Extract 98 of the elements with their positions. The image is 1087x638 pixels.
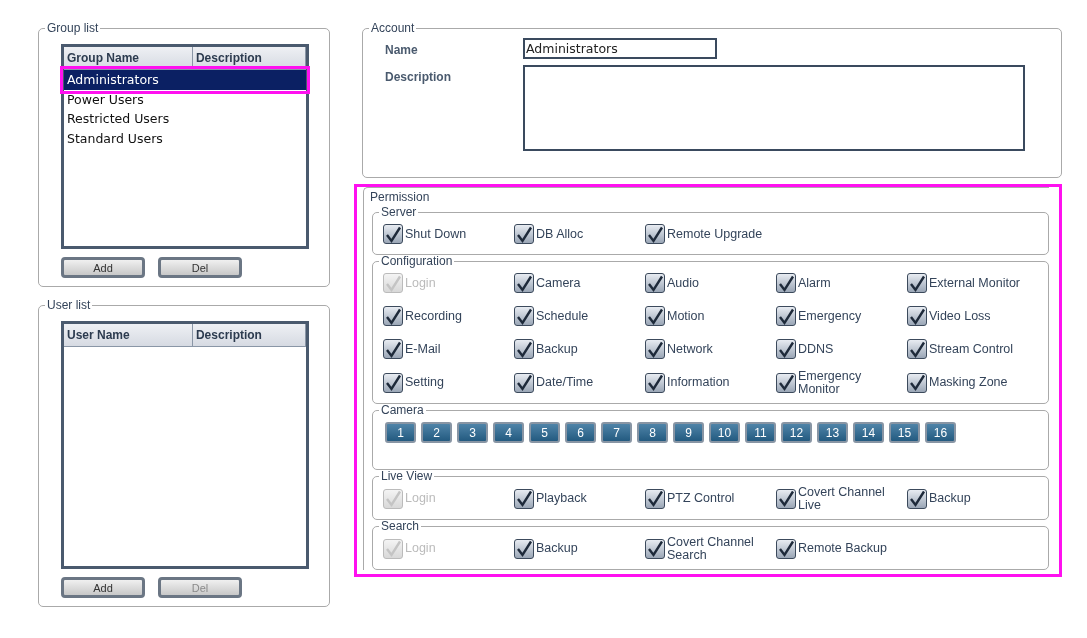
checkbox-label: Remote Upgrade bbox=[667, 227, 763, 241]
field-label: Name bbox=[385, 42, 419, 59]
checkbox-label: Alarm bbox=[798, 276, 831, 290]
checkbox-label: E-Mail bbox=[405, 342, 441, 356]
channel-button[interactable]: 16 bbox=[925, 422, 956, 443]
checkbox-label: Backup bbox=[929, 492, 971, 505]
panel-title: Server bbox=[380, 206, 418, 218]
checkbox-label: PTZ Control bbox=[667, 492, 735, 505]
checkbox-label: Backup bbox=[536, 342, 578, 356]
checkbox-label: Covert Channel Search bbox=[667, 536, 754, 561]
checkbox-label: DDNS bbox=[798, 342, 834, 356]
checkbox-label: Date/Time bbox=[536, 376, 594, 389]
panel-title: Live View bbox=[380, 470, 434, 482]
column-header[interactable]: User Name bbox=[64, 324, 193, 346]
delete-button[interactable]: Del bbox=[158, 257, 242, 278]
checkbox-label: Camera bbox=[536, 276, 581, 290]
group-row[interactable]: Standard Users bbox=[64, 128, 306, 148]
description-field[interactable] bbox=[523, 65, 1025, 151]
checkbox-label: Remote Backup bbox=[798, 542, 887, 555]
field-label: Description bbox=[385, 69, 452, 86]
checkbox[interactable] bbox=[907, 306, 927, 326]
checkbox-label: Login bbox=[405, 492, 436, 505]
checkbox-label: Login bbox=[405, 542, 436, 555]
column-header[interactable]: Description bbox=[192, 324, 306, 346]
add-button[interactable]: Add bbox=[61, 257, 145, 278]
checkbox[interactable] bbox=[776, 372, 796, 393]
checkbox[interactable] bbox=[514, 339, 534, 359]
channel-button[interactable]: 10 bbox=[709, 422, 740, 443]
checkbox[interactable] bbox=[907, 273, 927, 293]
checkbox[interactable] bbox=[776, 306, 796, 326]
channel-button[interactable]: 7 bbox=[601, 422, 632, 443]
checkbox[interactable] bbox=[645, 339, 665, 359]
checkbox-label: External Monitor bbox=[929, 276, 1020, 290]
channel-button[interactable]: 3 bbox=[457, 422, 488, 443]
panel-title: Group list bbox=[46, 22, 100, 34]
channel-button[interactable]: 14 bbox=[853, 422, 884, 443]
checkbox[interactable] bbox=[514, 273, 534, 293]
channel-button[interactable]: 9 bbox=[673, 422, 704, 443]
group-row[interactable]: Restricted Users bbox=[64, 109, 306, 129]
checkbox-label: Stream Control bbox=[929, 342, 1014, 356]
checkbox-label: Video Loss bbox=[929, 309, 991, 323]
channel-button[interactable]: 6 bbox=[565, 422, 596, 443]
panel-title: User list bbox=[46, 299, 92, 311]
add-button[interactable]: Add bbox=[61, 577, 145, 598]
panel-title: Camera bbox=[380, 404, 425, 416]
panel-title: Permission bbox=[368, 191, 432, 203]
checkbox-label: Motion bbox=[667, 309, 705, 323]
checkbox[interactable] bbox=[383, 372, 403, 393]
channel-button[interactable]: 2 bbox=[421, 422, 452, 443]
checkbox-label: Shut Down bbox=[405, 227, 467, 241]
checkbox[interactable] bbox=[514, 488, 534, 509]
checkbox[interactable] bbox=[383, 306, 403, 326]
group-row[interactable]: Power Users bbox=[64, 89, 306, 109]
checkbox[interactable] bbox=[645, 538, 665, 559]
checkbox[interactable] bbox=[645, 273, 665, 293]
checkbox-label: Information bbox=[667, 376, 730, 389]
checkbox-label: Network bbox=[667, 342, 713, 356]
checkbox[interactable] bbox=[776, 273, 796, 293]
channel-button[interactable]: 5 bbox=[529, 422, 560, 443]
checkbox-label: Recording bbox=[405, 309, 462, 323]
channel-button[interactable]: 11 bbox=[745, 422, 776, 443]
checkbox[interactable] bbox=[776, 488, 796, 509]
checkbox[interactable] bbox=[645, 372, 665, 393]
checkbox[interactable] bbox=[776, 538, 796, 559]
checkbox[interactable] bbox=[776, 339, 796, 359]
checkbox-label: Emergency Monitor bbox=[798, 370, 862, 395]
panel-title: Configuration bbox=[380, 255, 454, 267]
checkbox[interactable] bbox=[645, 224, 665, 244]
checkbox[interactable] bbox=[645, 488, 665, 509]
checkbox[interactable] bbox=[514, 224, 534, 244]
checkbox-label: Login bbox=[405, 276, 436, 290]
checkbox[interactable] bbox=[645, 306, 665, 326]
checkbox-label: Setting bbox=[405, 376, 444, 389]
checkbox-label: Backup bbox=[536, 542, 578, 555]
checkbox-label: DB Alloc bbox=[536, 227, 584, 241]
checkbox[interactable] bbox=[514, 372, 534, 393]
checkbox-label: Emergency bbox=[798, 309, 862, 323]
name-field[interactable]: Administrators bbox=[523, 38, 717, 59]
channel-button[interactable]: 1 bbox=[385, 422, 416, 443]
checkbox[interactable] bbox=[907, 339, 927, 359]
checkbox[interactable] bbox=[907, 488, 927, 509]
checkbox-label: Playback bbox=[536, 492, 587, 505]
channel-button[interactable]: 13 bbox=[817, 422, 848, 443]
channel-button[interactable]: 12 bbox=[781, 422, 812, 443]
panel-title: Account bbox=[370, 22, 416, 34]
checkbox-label: Masking Zone bbox=[929, 376, 1008, 389]
channel-button[interactable]: 15 bbox=[889, 422, 920, 443]
panel-title: Search bbox=[380, 520, 421, 532]
checkbox[interactable] bbox=[383, 224, 403, 244]
checkbox[interactable] bbox=[907, 372, 927, 393]
checkbox-label: Audio bbox=[667, 276, 699, 290]
channel-button[interactable]: 4 bbox=[493, 422, 524, 443]
checkbox-label: Schedule bbox=[536, 309, 589, 323]
checkbox[interactable] bbox=[383, 339, 403, 359]
channel-button[interactable]: 8 bbox=[637, 422, 668, 443]
checkbox-label: Covert Channel Live bbox=[798, 486, 885, 511]
checkbox[interactable] bbox=[514, 306, 534, 326]
checkbox[interactable] bbox=[514, 538, 534, 559]
